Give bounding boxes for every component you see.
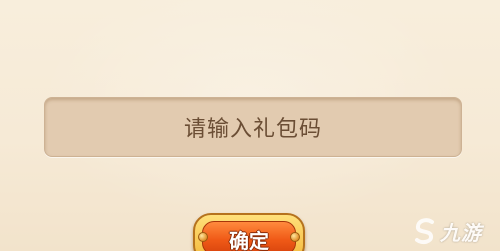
watermark: 九游 [412, 216, 482, 246]
confirm-button[interactable]: 确定 [193, 213, 305, 251]
gift-code-placeholder: 请输入礼包码 [183, 117, 322, 142]
confirm-button-label: 确定 [229, 229, 269, 251]
watermark-text: 九游 [440, 220, 482, 245]
jiuyou-logo-icon [412, 217, 438, 245]
gift-code-input[interactable]: 请输入礼包码 [44, 97, 462, 157]
